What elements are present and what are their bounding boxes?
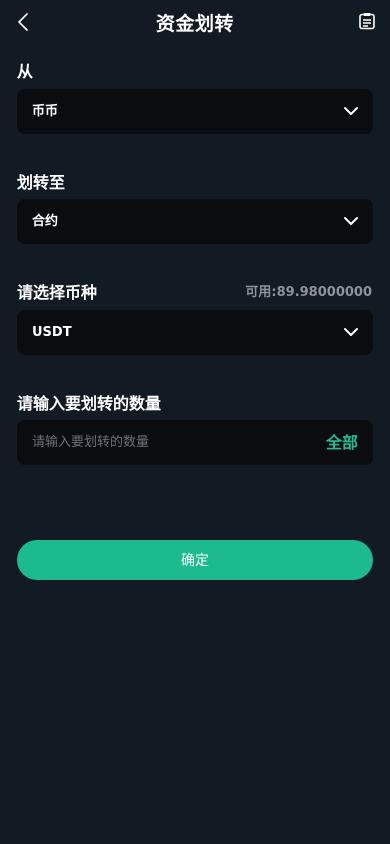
from-account-select[interactable]: 币币 [17, 89, 373, 134]
from-account-value: 币币 [32, 104, 59, 119]
top-nav-bar: 资金划转 [0, 0, 390, 44]
to-label: 划转至 [17, 173, 66, 192]
amount-input[interactable] [32, 420, 302, 465]
amount-field-container: 全部 [17, 420, 373, 465]
coin-select[interactable]: USDT [17, 310, 373, 355]
confirm-button[interactable]: 确定 [17, 540, 373, 580]
clipboard-list-icon [359, 13, 375, 30]
coin-label: 请选择币种 [17, 283, 98, 302]
all-amount-button[interactable]: 全部 [326, 420, 358, 465]
chevron-down-icon [344, 328, 358, 336]
to-account-select[interactable]: 合约 [17, 199, 373, 244]
chevron-down-icon [344, 107, 358, 115]
to-account-value: 合约 [32, 214, 59, 229]
transfer-records-button[interactable] [356, 10, 378, 32]
amount-label: 请输入要划转的数量 [17, 394, 162, 413]
coin-value: USDT [32, 325, 72, 340]
chevron-down-icon [344, 217, 358, 225]
available-balance: 可用:89.98000000 [245, 285, 372, 300]
page-title: 资金划转 [155, 13, 234, 35]
from-label: 从 [17, 62, 34, 81]
